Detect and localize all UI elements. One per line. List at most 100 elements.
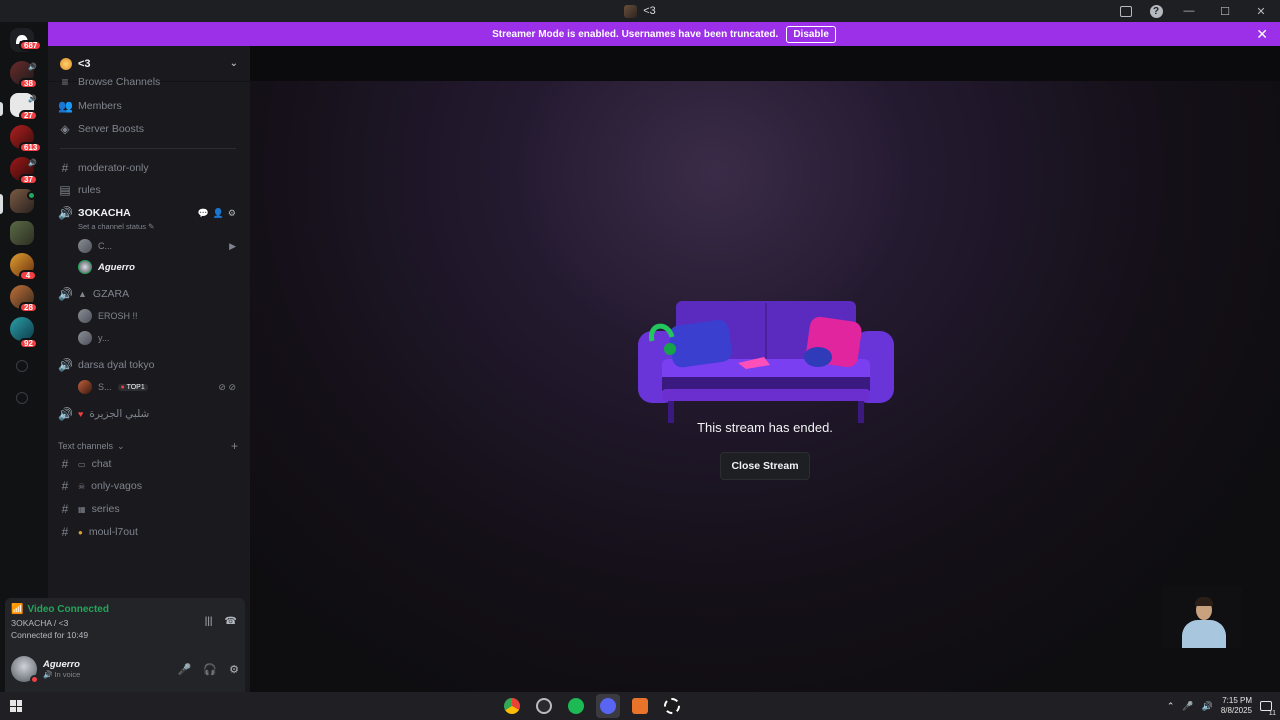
speaker-icon: 🔊 [28, 160, 37, 167]
taskbar-apps [500, 694, 684, 718]
chat-icon[interactable]: 💬 [197, 208, 208, 219]
speaker-icon: 🔊 [28, 64, 37, 71]
notification-center[interactable]: 11 [1260, 701, 1276, 717]
volume-icon[interactable]: 🔊 [1202, 701, 1213, 712]
stream-ended-text: This stream has ended. [697, 420, 833, 435]
voice-user[interactable]: y... [78, 330, 109, 346]
members-item[interactable]: 👥 Members [58, 97, 122, 115]
voice-status: 📶 Video Connected [11, 604, 109, 615]
voice-user[interactable]: EROSH !! [78, 308, 138, 324]
muted-icons: ⊘ ⊘ [218, 382, 236, 392]
close-window-icon[interactable]: ✕ [1250, 0, 1272, 22]
avatar [78, 380, 92, 394]
rules-icon: ▤ [59, 183, 71, 197]
speaker-icon: 🔊 [43, 670, 53, 679]
text-channels-category[interactable]: Text channels ⌄ + [58, 439, 238, 453]
chevron-up-icon[interactable]: ⌃ [1167, 701, 1175, 712]
window-title-text: <3 [643, 5, 656, 17]
close-banner-icon[interactable]: ✕ [1256, 26, 1268, 43]
server-boosts-item[interactable]: ◈ Server Boosts [58, 120, 144, 138]
user-info[interactable]: Aguerro 🔊 In voice [43, 659, 80, 679]
user-panel: Aguerro 🔊 In voice 🎤 🎧 ⚙ [5, 646, 245, 692]
channel-sidebar: <3 ⌄ ≡ Browse Channels 👥 Members ◈ Serve… [5, 46, 250, 692]
channel-moul-l7out[interactable]: # ● moul-l7out [58, 523, 138, 541]
self-video-preview[interactable] [1162, 586, 1242, 648]
minimize-icon[interactable]: — [1178, 0, 1200, 22]
hashtag-icon: # [61, 457, 69, 471]
headphones-icon[interactable]: 🎧 [203, 663, 217, 676]
windows-start-icon[interactable] [10, 700, 22, 712]
chrome-icon[interactable] [500, 694, 524, 718]
notification-badge: 687 [19, 40, 43, 51]
microphone-icon[interactable]: 🎤 [178, 663, 192, 676]
stage-header [250, 46, 1280, 81]
invite-icon[interactable]: 👤 [213, 208, 224, 219]
couch-illustration [638, 301, 894, 423]
members-icon: 👥 [58, 99, 73, 113]
signal-icon: 📶 [11, 604, 24, 615]
gear-icon[interactable]: ⚙ [228, 208, 236, 219]
title-bar-controls: ? — ☐ ✕ [1118, 0, 1272, 22]
server-avatar-icon [624, 4, 638, 18]
voice-user[interactable]: C... [78, 238, 112, 254]
channel-series[interactable]: # ▦ series [58, 500, 120, 518]
microphone-icon[interactable]: 🎤 [1182, 701, 1193, 712]
noise-suppression-icon[interactable]: ||| [205, 616, 213, 627]
app-icon[interactable] [660, 694, 684, 718]
gear-icon[interactable]: ⚙ [229, 663, 239, 676]
add-server-icon[interactable] [16, 360, 28, 372]
spotify-icon[interactable] [564, 694, 588, 718]
channel-only-vagos[interactable]: # ☠ only-vagos [58, 477, 142, 495]
server-icon[interactable] [10, 221, 34, 245]
notification-badge: 92 [19, 338, 38, 349]
chat-bubble-icon: ▭ [78, 459, 86, 469]
inbox-icon[interactable] [1118, 3, 1134, 19]
disconnect-icon[interactable]: ☎ [225, 616, 237, 627]
notification-count: 11 [1268, 710, 1276, 717]
hashtag-icon: # [61, 479, 69, 493]
live-indicator-icon [27, 191, 36, 200]
notification-badge: 613 [19, 142, 43, 153]
server-rail: 687 🔊 38 🔊 27 613 🔊 37 4 28 92 [0, 22, 48, 692]
selected-server-pill [0, 102, 3, 116]
avatar[interactable] [11, 656, 39, 684]
notification-badge: 27 [19, 110, 38, 121]
guild-name: <3 [78, 57, 91, 70]
voice-channel-gzara[interactable]: 🔊 ▲ GZARA [58, 285, 129, 303]
help-icon[interactable]: ? [1148, 3, 1164, 19]
window-title: <3 [624, 4, 656, 18]
voice-channel-active[interactable]: 🔊 ЗOKACHA [58, 204, 131, 222]
pencil-icon: ✎ [148, 222, 155, 231]
discord-icon[interactable] [596, 694, 620, 718]
clapper-icon: ▦ [78, 504, 86, 514]
voice-user[interactable]: S... ● TOP1 [78, 379, 148, 395]
clock[interactable]: 7:15 PM 8/8/2025 [1221, 696, 1252, 716]
voice-channel-arabic[interactable]: 🔊 ♥ شلبي الجزيرة [58, 405, 149, 423]
maximize-icon[interactable]: ☐ [1214, 0, 1236, 22]
channel-status[interactable]: Set a channel status ✎ [78, 222, 154, 231]
system-tray: ⌃ 🎤 🔊 7:15 PM 8/8/2025 11 [1167, 692, 1276, 720]
add-channel-icon[interactable]: + [231, 439, 238, 453]
voice-user-self[interactable]: Aguerro [78, 259, 135, 275]
video-camera-icon: ▶ [229, 241, 236, 251]
voice-channel-darsa[interactable]: 🔊 darsa dyal tokyo [58, 356, 154, 374]
person-body [1182, 620, 1226, 648]
obs-icon[interactable] [532, 694, 556, 718]
heart-icon: ♥ [78, 409, 84, 419]
disable-streamer-mode-button[interactable]: Disable [786, 25, 836, 43]
speaker-icon: 🔊 [58, 358, 73, 372]
browse-channels-item[interactable]: ≡ Browse Channels [58, 76, 160, 88]
channel-rules[interactable]: ▤ rules [58, 181, 100, 199]
close-stream-button[interactable]: Close Stream [720, 452, 810, 480]
avatar [78, 331, 92, 345]
notification-badge: 4 [19, 270, 37, 281]
channel-moderator-only[interactable]: # moderator-only [58, 159, 149, 177]
avatar [78, 239, 92, 253]
voice-channel-path[interactable]: ЗOKACHA / <3 [11, 618, 68, 628]
fire-icon: ▲ [78, 289, 87, 299]
chevron-down-icon: ⌄ [117, 440, 125, 451]
channel-chat[interactable]: # ▭ chat [58, 455, 112, 473]
discover-icon[interactable] [16, 392, 28, 404]
chevron-down-icon[interactable]: ⌄ [230, 58, 238, 69]
app-icon[interactable] [628, 694, 652, 718]
